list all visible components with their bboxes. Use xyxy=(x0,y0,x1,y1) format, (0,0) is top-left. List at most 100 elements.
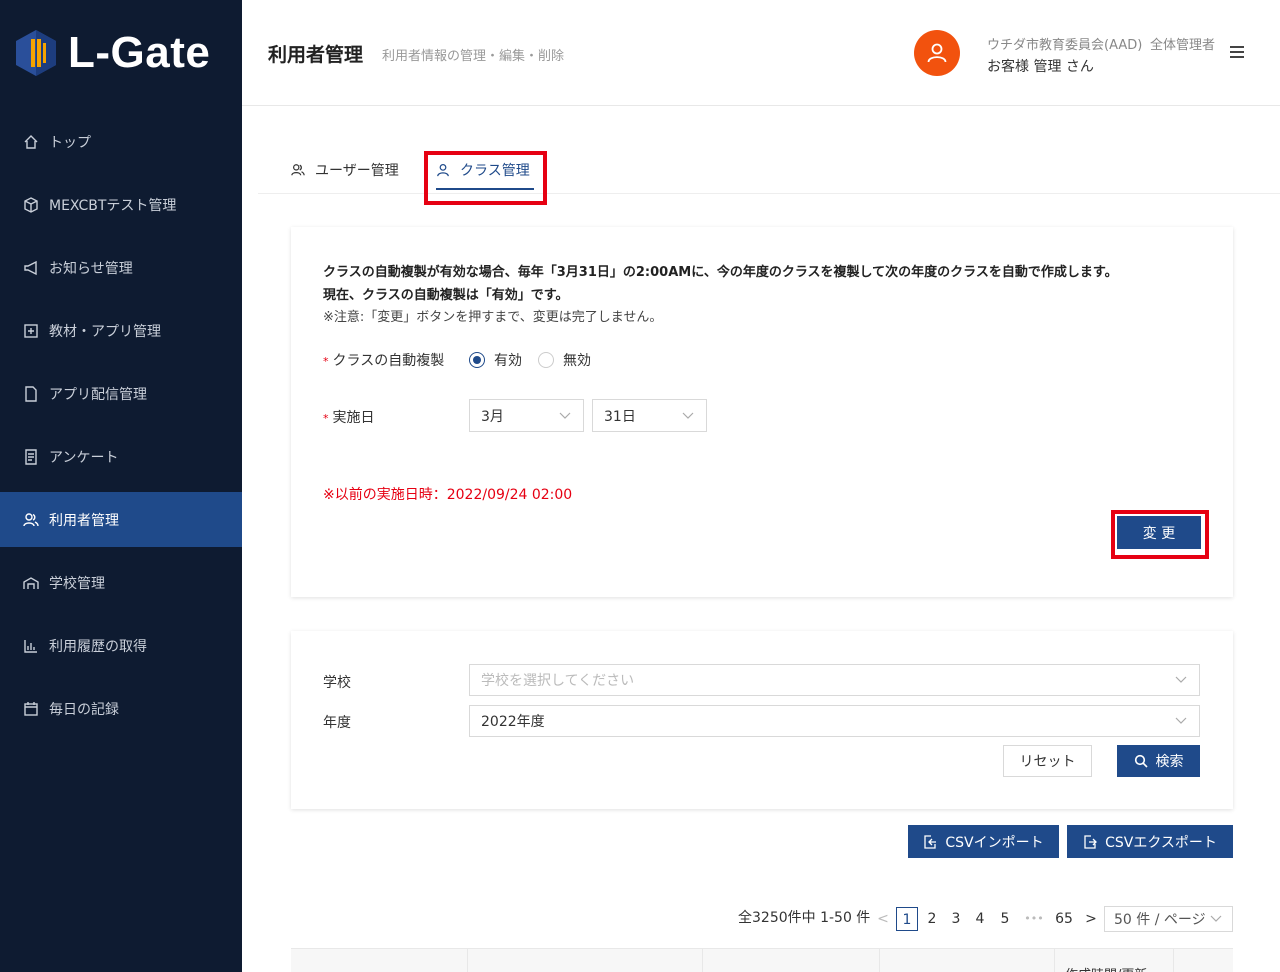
export-icon xyxy=(1084,834,1097,849)
user-name: お客様 管理 さん xyxy=(987,59,1094,75)
csv-import-label: CSVインポート xyxy=(945,834,1044,851)
tab-class-management[interactable]: クラス管理 xyxy=(436,160,534,190)
year-label: 年度 xyxy=(323,715,351,731)
auto-copy-status: 現在、クラスの自動複製は「有効」です。 xyxy=(323,288,569,303)
chevron-down-icon xyxy=(1175,676,1187,683)
page-3[interactable]: 3 xyxy=(945,907,967,931)
chevron-down-icon xyxy=(559,412,571,419)
sidebar-item-news[interactable]: お知らせ管理 xyxy=(0,240,242,295)
user-icon xyxy=(437,163,449,177)
plus-square-icon xyxy=(22,322,40,340)
sidebar-item-label: 利用者管理 xyxy=(49,512,119,529)
tab-bar: ユーザー管理 クラス管理 xyxy=(258,152,1280,194)
csv-export-button[interactable]: CSVエクスポート xyxy=(1067,825,1233,858)
megaphone-icon xyxy=(22,259,40,277)
previous-run-time: ※以前の実施日時：2022/09/24 02:00 xyxy=(323,487,573,503)
page-subtitle: 利用者情報の管理・編集・削除 xyxy=(382,49,565,64)
search-icon xyxy=(1134,754,1148,768)
next-page-icon[interactable]: > xyxy=(1080,907,1102,931)
school-label: 学校 xyxy=(323,675,351,691)
survey-icon xyxy=(22,448,40,466)
prev-page-icon[interactable]: < xyxy=(872,907,894,931)
school-select[interactable]: 学校を選択してください xyxy=(469,664,1200,696)
sidebar-item-materials[interactable]: 教材・アプリ管理 xyxy=(0,303,242,358)
auto-copy-note: ※注意:「変更」ボタンを押すまで、変更は完了しません。 xyxy=(323,310,663,325)
logo[interactable]: L-Gate xyxy=(0,0,242,106)
year-value: 2022年度 xyxy=(481,714,545,730)
sidebar: L-Gate トップ MEXCBTテスト管理 お知らせ管理 教材・アプリ管理 ア… xyxy=(0,0,242,972)
page-4[interactable]: 4 xyxy=(969,907,991,931)
sidebar-item-label: 教材・アプリ管理 xyxy=(49,323,161,340)
sidebar-item-schools[interactable]: 学校管理 xyxy=(0,555,242,610)
column-divider xyxy=(1054,949,1055,972)
sidebar-item-label: トップ xyxy=(49,134,91,151)
page-1[interactable]: 1 xyxy=(896,907,918,931)
sidebar-item-label: お知らせ管理 xyxy=(49,260,133,277)
sidebar-item-app-delivery[interactable]: アプリ配信管理 xyxy=(0,366,242,421)
pagination-ellipsis[interactable]: ••• xyxy=(1020,907,1048,931)
year-select[interactable]: 2022年度 xyxy=(469,705,1200,737)
table-header: 作成時間/更新 xyxy=(291,948,1233,972)
sidebar-item-label: アプリ配信管理 xyxy=(49,386,147,403)
radio-label: 有効 xyxy=(494,353,522,369)
sidebar-item-top[interactable]: トップ xyxy=(0,114,242,169)
required-mark: * xyxy=(323,355,329,368)
day-value: 31日 xyxy=(604,408,636,425)
csv-import-button[interactable]: CSVインポート xyxy=(908,825,1059,858)
reset-button[interactable]: リセット xyxy=(1003,745,1092,777)
school-placeholder: 学校を選択してください xyxy=(481,673,635,689)
page-size-select[interactable]: 50 件 / ページ xyxy=(1104,906,1233,932)
sidebar-item-history[interactable]: 利用履歴の取得 xyxy=(0,618,242,673)
header: 利用者管理 利用者情報の管理・編集・削除 ウチダ市教育委員会(AAD) 全体管理… xyxy=(242,0,1280,106)
page-5[interactable]: 5 xyxy=(994,907,1016,931)
radio-label: 無効 xyxy=(563,353,591,369)
sidebar-item-survey[interactable]: アンケート xyxy=(0,429,242,484)
home-icon xyxy=(22,133,40,151)
user-icon xyxy=(927,43,947,63)
column-divider xyxy=(1173,949,1174,972)
column-divider xyxy=(879,949,880,972)
sidebar-item-label: 学校管理 xyxy=(49,575,105,592)
hamburger-menu-icon[interactable] xyxy=(1230,46,1244,58)
users-icon xyxy=(291,164,305,176)
page-last[interactable]: 65 xyxy=(1052,907,1076,931)
sidebar-item-users[interactable]: 利用者管理 xyxy=(0,492,242,547)
users-icon xyxy=(22,511,40,529)
user-role: 全体管理者 xyxy=(1150,38,1216,53)
day-select[interactable]: 31日 xyxy=(592,399,707,432)
radio-enabled[interactable]: 有効 xyxy=(469,350,522,370)
date-label: * 実施日 xyxy=(323,410,375,426)
column-divider xyxy=(467,949,468,972)
radio-disabled[interactable]: 無効 xyxy=(538,350,591,370)
filter-card: 学校 学校を選択してください 年度 2022年度 リセット 検索 xyxy=(291,631,1233,809)
cube-icon xyxy=(22,196,40,214)
avatar[interactable] xyxy=(914,30,960,76)
tab-label: ユーザー管理 xyxy=(315,163,399,179)
sidebar-item-label: MEXCBTテスト管理 xyxy=(49,197,177,214)
search-button-label: 検索 xyxy=(1155,754,1184,770)
sidebar-item-label: 毎日の記録 xyxy=(49,701,119,718)
school-icon xyxy=(22,574,40,592)
logo-text: L-Gate xyxy=(68,28,211,77)
auto-copy-description: クラスの自動複製が有効な場合、毎年「3月31日」の2:00AMに、今の年度のクラ… xyxy=(323,265,1118,280)
chevron-down-icon xyxy=(1175,717,1187,724)
auto-copy-settings-card: クラスの自動複製が有効な場合、毎年「3月31日」の2:00AMに、今の年度のクラ… xyxy=(291,227,1233,597)
page-size-value: 50 件 / ページ xyxy=(1114,912,1206,928)
page-2[interactable]: 2 xyxy=(921,907,943,931)
main-content: ユーザー管理 クラス管理 クラスの自動複製が有効な場合、毎年「3月31日」の2:… xyxy=(242,106,1280,972)
search-button[interactable]: 検索 xyxy=(1117,745,1200,777)
chevron-down-icon xyxy=(1210,915,1222,922)
import-icon xyxy=(924,834,937,849)
month-value: 3月 xyxy=(481,408,504,425)
sidebar-item-daily-record[interactable]: 毎日の記録 xyxy=(0,681,242,736)
column-header-created[interactable]: 作成時間/更新 xyxy=(1065,964,1147,972)
bar-chart-icon xyxy=(22,637,40,655)
month-select[interactable]: 3月 xyxy=(469,399,584,432)
radio-dot-checked xyxy=(469,352,485,368)
page-title: 利用者管理 xyxy=(268,44,364,66)
sidebar-item-mexcbt[interactable]: MEXCBTテスト管理 xyxy=(0,177,242,232)
active-tab-indicator xyxy=(436,188,534,190)
auto-copy-label: * クラスの自動複製 xyxy=(323,353,445,369)
change-button[interactable]: 変 更 xyxy=(1117,516,1201,549)
tab-user-management[interactable]: ユーザー管理 xyxy=(291,160,399,180)
